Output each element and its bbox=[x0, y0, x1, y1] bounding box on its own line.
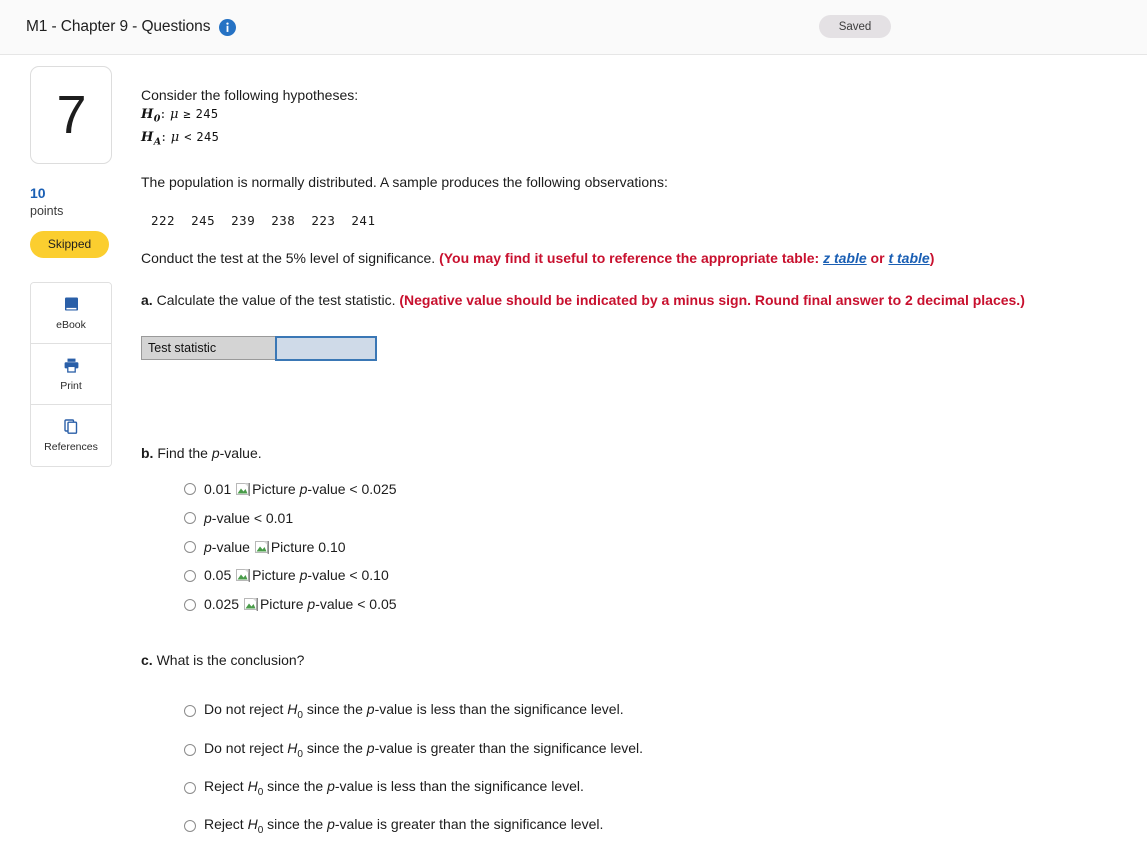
option-b5-label: 0.025 Picture p-value < 0.05 bbox=[204, 596, 397, 613]
population-line: The population is normally distributed. … bbox=[141, 173, 668, 190]
observation-value: 245 bbox=[191, 213, 216, 229]
radio-button-icon[interactable] bbox=[184, 541, 196, 554]
observation-value: 222 bbox=[151, 213, 176, 229]
broken-image-icon bbox=[254, 540, 270, 555]
question-number-card: 7 bbox=[30, 66, 112, 164]
hypothesis-null: H0: μ ≥ 245 bbox=[141, 107, 219, 125]
broken-image-icon bbox=[236, 482, 251, 497]
info-icon[interactable] bbox=[219, 18, 237, 36]
part-b-tail: -value. bbox=[219, 444, 262, 461]
part-c-label: c. bbox=[141, 652, 153, 669]
hypothesis-alt-mu: μ bbox=[170, 129, 180, 145]
conduct-test-line: Conduct the test at the 5% level of sign… bbox=[141, 248, 1117, 268]
references-icon bbox=[62, 417, 81, 436]
observation-value: 241 bbox=[351, 213, 376, 229]
option-b4-label: 0.05 Picture p-value < 0.10 bbox=[204, 567, 389, 584]
broken-image-icon bbox=[243, 598, 259, 612]
part-a-note: (Negative value should be indicated by a… bbox=[399, 291, 1025, 308]
z-table-link[interactable]: z table bbox=[823, 250, 867, 266]
option-c3-label: Reject H0 since the p-value is less than… bbox=[204, 777, 584, 798]
hypothesis-null-mu: μ bbox=[170, 107, 179, 123]
observations-list: 222 245 239 238 223 241 bbox=[141, 213, 1117, 228]
option-b3-label: p-value Picture 0.10 bbox=[204, 538, 346, 555]
tools-panel: eBook Print References bbox=[30, 281, 112, 467]
radio-button-icon[interactable] bbox=[184, 569, 196, 582]
hypothesis-alt: HA: μ < 245 bbox=[141, 129, 220, 148]
option-c2-label: Do not reject H0 since the p-value is gr… bbox=[204, 739, 644, 760]
printer-icon bbox=[62, 356, 81, 375]
ebook-button[interactable]: eBook bbox=[31, 282, 111, 344]
part-b-label: b. bbox=[141, 444, 154, 461]
points-label: points bbox=[30, 203, 64, 218]
radio-button-icon[interactable] bbox=[184, 705, 196, 718]
option-c1-label: Do not reject H0 since the p-value is le… bbox=[204, 701, 624, 722]
radio-button-icon[interactable] bbox=[184, 782, 196, 794]
test-statistic-input[interactable] bbox=[274, 335, 377, 361]
print-button[interactable]: Print bbox=[31, 343, 111, 405]
option-b2[interactable]: p-value < 0.01 bbox=[184, 509, 1117, 528]
part-c-options: Do not reject H0 since the p-value is le… bbox=[141, 700, 1117, 837]
option-c3[interactable]: Reject H0 since the p-value is less than… bbox=[184, 777, 1117, 799]
hypothesis-null-sub: 0 bbox=[153, 113, 161, 125]
table-row: Test statistic bbox=[141, 335, 377, 361]
hypothesis-alt-relation: < bbox=[184, 129, 192, 144]
body-wrapper: 7 10 points Skipped eBook Print Referenc… bbox=[0, 55, 1147, 847]
page-header: M1 - Chapter 9 - Questions Saved bbox=[0, 0, 1147, 55]
points-value: 10 bbox=[30, 185, 46, 201]
observation-value: 239 bbox=[231, 213, 256, 229]
part-c-text: What is the conclusion? bbox=[152, 652, 305, 669]
option-b1[interactable]: 0.01 Picture p-value < 0.025 bbox=[184, 480, 1117, 499]
radio-button-icon[interactable] bbox=[184, 512, 196, 525]
test-statistic-label: Test statistic bbox=[141, 336, 276, 361]
observation-value: 238 bbox=[271, 213, 296, 229]
part-b-p: p bbox=[211, 444, 220, 461]
radio-button-icon[interactable] bbox=[184, 820, 196, 833]
option-c4[interactable]: Reject H0 since the p-value is greater t… bbox=[184, 815, 1117, 837]
part-a-label: a. bbox=[141, 291, 153, 308]
question-number: 7 bbox=[56, 85, 86, 145]
hypothesis-null-relation: ≥ bbox=[183, 107, 192, 122]
option-b1-label: 0.01 Picture p-value < 0.025 bbox=[204, 480, 397, 497]
radio-button-icon[interactable] bbox=[184, 743, 196, 756]
question-sidebar: 7 10 points Skipped eBook Print Referenc… bbox=[0, 55, 112, 847]
page-title: M1 - Chapter 9 - Questions bbox=[26, 18, 211, 35]
part-a-text: Calculate the value of the test statisti… bbox=[152, 291, 400, 308]
status-badge-saved: Saved bbox=[819, 15, 891, 38]
option-b5[interactable]: 0.025 Picture p-value < 0.05 bbox=[184, 595, 1117, 614]
observation-value: 223 bbox=[311, 213, 336, 229]
part-b-text: Find the bbox=[153, 444, 212, 461]
status-badge-skipped: Skipped bbox=[30, 230, 109, 258]
ebook-label: eBook bbox=[56, 318, 86, 331]
conduct-note-close: ) bbox=[929, 250, 935, 267]
question-content: Consider the following hypotheses: H0: μ… bbox=[112, 55, 1147, 847]
part-b-prompt: b. Find the p-value. bbox=[141, 445, 1117, 461]
points-block: 10 points bbox=[30, 185, 112, 219]
option-c4-label: Reject H0 since the p-value is greater t… bbox=[204, 816, 604, 836]
option-b2-label: p-value < 0.01 bbox=[204, 509, 294, 526]
option-c2[interactable]: Do not reject H0 since the p-value is gr… bbox=[184, 739, 1117, 761]
references-button[interactable]: References bbox=[31, 404, 111, 466]
part-a-prompt: a. Calculate the value of the test stati… bbox=[141, 290, 1056, 310]
print-label: Print bbox=[60, 379, 82, 392]
question-intro: Consider the following hypotheses: bbox=[141, 87, 359, 103]
option-b3[interactable]: p-value Picture 0.10 bbox=[184, 538, 1117, 557]
radio-button-icon[interactable] bbox=[184, 483, 196, 496]
ebook-icon bbox=[62, 295, 81, 314]
broken-image-icon bbox=[236, 569, 251, 583]
test-statistic-table: Test statistic bbox=[141, 335, 377, 361]
hypothesis-alt-value: 245 bbox=[196, 129, 220, 144]
option-c1[interactable]: Do not reject H0 since the p-value is le… bbox=[184, 700, 1117, 722]
conduct-note-open: (You may find it useful to reference the… bbox=[439, 250, 824, 267]
t-table-link[interactable]: t table bbox=[888, 250, 929, 266]
hypothesis-null-value: 245 bbox=[195, 107, 219, 122]
conduct-plain-text: Conduct the test at the 5% level of sign… bbox=[141, 250, 440, 267]
part-c-prompt: c. What is the conclusion? bbox=[141, 652, 1117, 668]
radio-button-icon[interactable] bbox=[184, 598, 196, 611]
link-separator: or bbox=[866, 250, 889, 267]
references-label: References bbox=[44, 441, 98, 454]
part-b-options: 0.01 Picture p-value < 0.025 p-value < 0… bbox=[141, 480, 1117, 614]
option-b4[interactable]: 0.05 Picture p-value < 0.10 bbox=[184, 566, 1117, 585]
